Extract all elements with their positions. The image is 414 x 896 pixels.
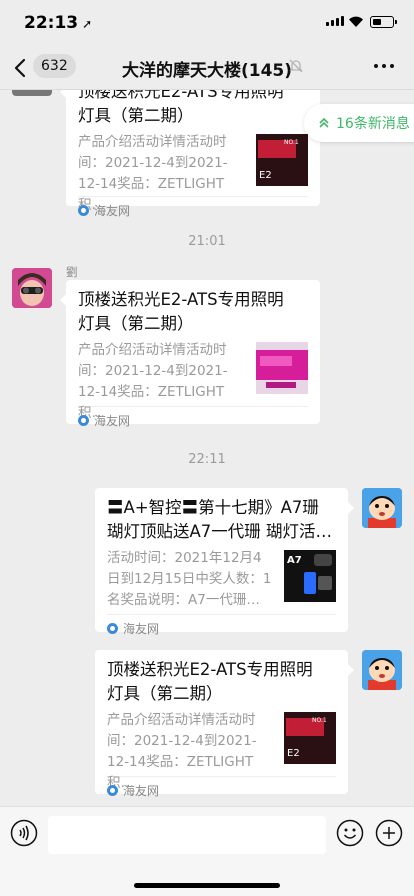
svg-text:E2: E2: [287, 748, 300, 759]
card-title-line: 〓A+智控〓第十七期》A7珊: [107, 498, 319, 517]
emoji-icon[interactable]: [336, 819, 364, 851]
message-input[interactable]: [48, 816, 326, 854]
card-thumbnail: NO.1 E2: [284, 712, 336, 764]
card-title-line: 灯具（第二期）: [78, 106, 194, 125]
sender-name: 劉: [66, 265, 78, 279]
double-chevron-up-icon: [319, 117, 329, 128]
link-card-message[interactable]: 顶楼送积光E2-ATS专用照明 灯具（第二期） 产品介绍活动详情活动时间：202…: [60, 90, 320, 218]
card-title-line: 顶楼送积光E2-ATS专用照明: [107, 660, 313, 679]
avatar[interactable]: [362, 650, 402, 690]
card-description: 活动时间：2021年12月4日到12月15日中奖人数：1名奖品说明：A7一代珊…: [107, 550, 272, 608]
source-icon: [78, 204, 89, 216]
source-icon: [107, 784, 118, 796]
more-dots-icon[interactable]: [374, 64, 394, 68]
card-thumbnail: [256, 342, 308, 394]
card-title-line: 顶楼送积光E2-ATS专用照明: [78, 290, 284, 309]
new-messages-label: 16条新消息: [336, 116, 410, 132]
avatar[interactable]: [12, 268, 52, 308]
link-card-message[interactable]: 顶楼送积光E2-ATS专用照明 灯具（第二期） 产品介绍活动详情活动时间：202…: [95, 650, 354, 798]
avatar[interactable]: [362, 488, 402, 528]
wifi-icon: [348, 13, 364, 32]
link-card-message[interactable]: 〓A+智控〓第十七期》A7珊 瑚灯顶贴送A7一代珊 瑚灯活… 活动时间：2021…: [95, 488, 354, 636]
card-title-line: 瑚灯顶贴送A7一代珊 瑚灯活…: [107, 522, 333, 541]
card-description: 产品介绍活动详情活动时间：2021-12-4到2021-12-14奖品：ZETL…: [78, 342, 228, 421]
timestamp: 22:11: [188, 452, 226, 467]
bell-muted-icon: [288, 58, 304, 78]
plus-icon[interactable]: [375, 819, 403, 851]
battery-icon: [370, 16, 397, 28]
timestamp: 21:01: [188, 234, 226, 249]
svg-text:NO.1: NO.1: [284, 139, 299, 146]
location-icon: ➚: [82, 17, 93, 31]
message-input-bar: [0, 806, 414, 896]
status-time: 22:13 ➚: [24, 13, 93, 33]
svg-text:NO.1: NO.1: [312, 717, 327, 724]
card-title-line: 顶楼送积光E2-ATS专用照明: [78, 90, 284, 101]
card-title-line: 灯具（第二期）: [78, 314, 194, 333]
new-messages-button[interactable]: 16条新消息: [304, 104, 414, 142]
source-icon: [78, 414, 89, 426]
avatar[interactable]: [12, 90, 52, 96]
card-thumbnail: NO.1 E2: [256, 134, 308, 186]
link-card-message[interactable]: 顶楼送积光E2-ATS专用照明 灯具（第二期） 产品介绍活动详情活动时间：202…: [60, 280, 320, 428]
status-bar: 22:13 ➚: [0, 0, 414, 44]
cellular-signal-icon: [326, 16, 344, 26]
source-icon: [107, 622, 118, 634]
svg-text:A7: A7: [287, 555, 302, 566]
home-indicator[interactable]: [134, 883, 280, 888]
chat-message-list[interactable]: 顶楼送积光E2-ATS专用照明 灯具（第二期） 产品介绍活动详情活动时间：202…: [0, 90, 414, 806]
card-thumbnail: A7: [284, 550, 336, 602]
card-title-line: 灯具（第二期）: [107, 684, 223, 703]
chat-title: 大洋的摩天大楼(145): [121, 61, 293, 81]
voice-icon[interactable]: [10, 819, 38, 851]
card-description: 产品介绍活动详情活动时间：2021-12-4到2021-12-14奖品：ZETL…: [107, 712, 257, 791]
svg-text:E2: E2: [259, 170, 272, 181]
chat-header: 632 大洋的摩天大楼(145): [0, 44, 414, 90]
card-description: 产品介绍活动详情活动时间：2021-12-4到2021-12-14奖品：ZETL…: [78, 134, 228, 213]
